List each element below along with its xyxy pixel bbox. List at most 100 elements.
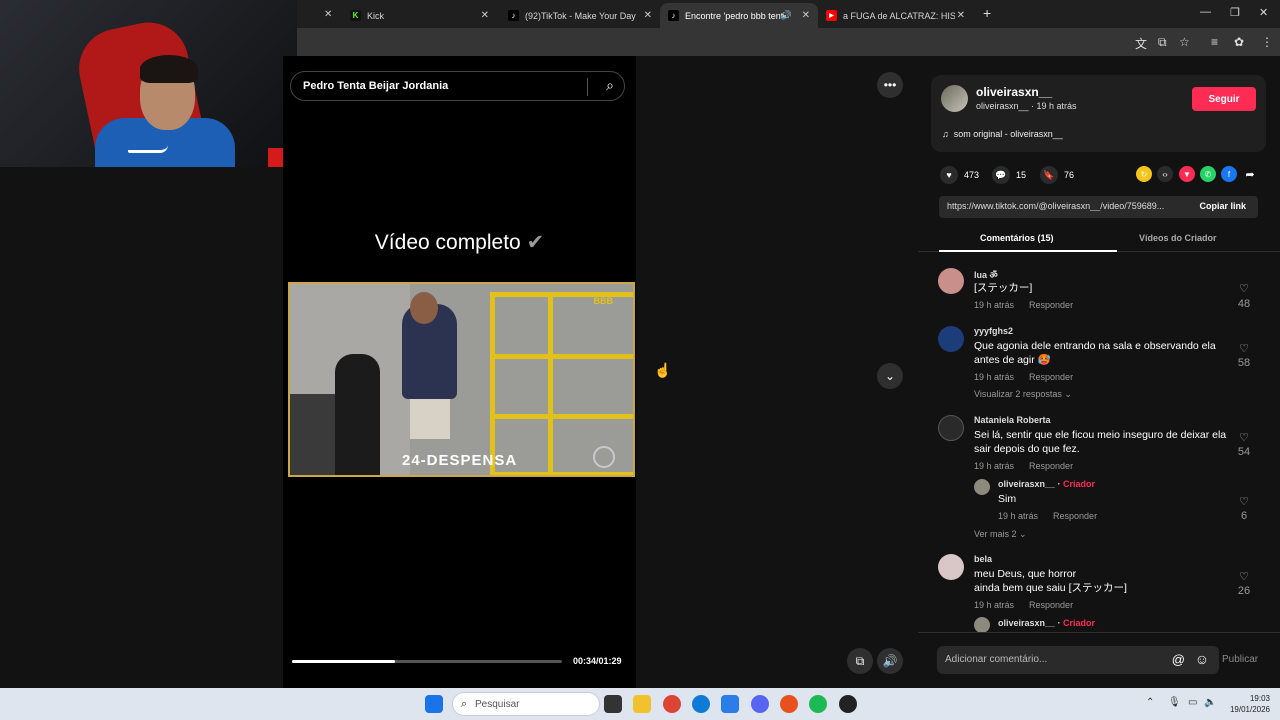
avatar[interactable] [938, 326, 964, 352]
tab-creator-videos[interactable]: Vídeos do Criador [1139, 233, 1217, 243]
like-count: 473 [964, 170, 980, 180]
search-box[interactable]: Pedro Tenta Beijar Jordania ⌕ [290, 71, 625, 101]
comment-username[interactable]: bela [974, 554, 992, 564]
tab-youtube[interactable]: ▶ a FUGA de ALCATRAZ: HISTÓRI ✕ [818, 3, 973, 28]
chrome-icon[interactable] [663, 695, 681, 713]
playlist-icon[interactable]: ≡ [1211, 35, 1218, 49]
publish-button[interactable]: Publicar [1222, 654, 1258, 665]
reply-button[interactable]: Responder [1029, 372, 1073, 382]
comment-username[interactable]: Nataniela Roberta [974, 415, 1051, 425]
reply-button[interactable]: Responder [1029, 461, 1073, 471]
link-box: https://www.tiktok.com/@oliveirasxn__/vi… [939, 196, 1258, 218]
install-icon[interactable]: ⧉ [1158, 35, 1167, 50]
heart-icon[interactable]: ♡ [1236, 282, 1252, 295]
mention-icon[interactable]: @ [1172, 652, 1185, 667]
new-tab-button[interactable]: + [983, 5, 991, 21]
author-name[interactable]: oliveirasxn__ [976, 85, 1052, 99]
brave-icon[interactable] [780, 695, 798, 713]
more-options-icon[interactable]: ••• [877, 72, 903, 98]
miniplayer-icon[interactable]: ⧉ [847, 648, 873, 674]
reply-button[interactable]: Responder [1029, 300, 1073, 310]
close-tab-icon[interactable]: ✕ [481, 10, 489, 21]
facebook-icon[interactable]: f [1221, 166, 1237, 182]
video-progress-bar[interactable] [292, 660, 562, 663]
bookmark-star-icon[interactable]: ☆ [1179, 35, 1190, 49]
file-explorer-icon[interactable] [633, 695, 651, 713]
comment-text: Que agonia dele entrando na sala e obser… [974, 340, 1216, 366]
avatar[interactable] [974, 479, 990, 495]
spotify-icon[interactable] [809, 695, 827, 713]
copy-link-button[interactable]: Copiar link [1199, 201, 1246, 211]
task-view-icon[interactable] [604, 695, 622, 713]
view-more-replies-button[interactable]: Ver mais 2 ⌄ [974, 529, 1027, 540]
close-tab-icon[interactable]: ✕ [644, 10, 652, 21]
comment-item: Nataniela Roberta Sei lá, sentir que ele… [938, 415, 1260, 545]
comment-username[interactable]: yyyfghs2 [974, 326, 1013, 336]
restore-icon[interactable]: ❐ [1230, 6, 1240, 19]
search-divider [587, 78, 588, 96]
taskbar-search[interactable]: ⌕ Pesquisar [452, 692, 600, 716]
obs-icon[interactable] [839, 695, 857, 713]
close-tab-icon[interactable]: ✕ [957, 10, 965, 21]
video-url[interactable]: https://www.tiktok.com/@oliveirasxn__/vi… [947, 201, 1187, 211]
heart-icon[interactable]: ♡ [1236, 431, 1252, 444]
like-button[interactable]: ♥ 473 [940, 166, 979, 184]
tab-comments[interactable]: Comentários (15) [980, 233, 1054, 243]
send-icon[interactable]: ▼ [1179, 166, 1195, 182]
hand-cursor-icon: ☝ [654, 362, 672, 378]
embed-icon[interactable]: ‹› [1157, 166, 1173, 182]
reply-button[interactable]: Responder [1029, 600, 1073, 610]
tab-kick[interactable]: K Kick ✕ [342, 3, 497, 28]
tab-tiktok-search[interactable]: ♪ Encontre 'pedro bbb tentou 🔊 ✕ [660, 3, 818, 28]
music-link[interactable]: ♫ som original - oliveirasxn__ [942, 129, 1063, 139]
view-more-label: Ver mais 2 [974, 529, 1017, 539]
heart-icon: ♥ [940, 166, 958, 184]
tab-tiktok[interactable]: ♪ (92)TikTok - Make Your Day ✕ [500, 3, 660, 28]
close-tab-icon[interactable]: ✕ [802, 10, 810, 21]
search-icon[interactable]: ⌕ [606, 77, 614, 94]
heart-icon[interactable]: ♡ [1236, 570, 1252, 583]
close-tab-icon[interactable]: ✕ [324, 9, 332, 20]
extension-icon[interactable]: ✿ [1234, 35, 1244, 49]
volume-icon[interactable]: 🔊 [877, 648, 903, 674]
menu-kebab-icon[interactable]: ⋮ [1261, 35, 1273, 49]
comment-input[interactable]: Adicionar comentário... @ ☺ [937, 646, 1219, 674]
repost-icon[interactable]: ↻ [1136, 166, 1152, 182]
view-replies-button[interactable]: Visualizar 2 respostas ⌄ [974, 389, 1072, 400]
comment-like-count: 26 [1237, 585, 1251, 597]
speaker-icon[interactable]: 🔊 [781, 10, 792, 21]
next-video-chevron-icon[interactable]: ⌄ [877, 363, 903, 389]
avatar[interactable] [938, 415, 964, 441]
reply-username[interactable]: oliveirasxn__ [998, 618, 1055, 628]
comment-button[interactable]: 💬 15 [992, 166, 1026, 184]
reply-username[interactable]: oliveirasxn__ [998, 479, 1055, 489]
discord-icon[interactable] [751, 695, 769, 713]
avatar[interactable] [938, 268, 964, 294]
search-icon: ⌕ [461, 698, 468, 710]
whatsapp-icon[interactable]: ✆ [1200, 166, 1216, 182]
windows-start-icon[interactable] [425, 695, 443, 713]
close-window-icon[interactable]: ✕ [1259, 6, 1268, 19]
share-arrow-icon[interactable]: ➦ [1242, 166, 1258, 182]
network-icon[interactable]: ▭ [1188, 697, 1197, 708]
translate-icon[interactable]: 文 [1135, 35, 1147, 52]
emoji-icon[interactable]: ☺ [1195, 651, 1209, 667]
speaker-icon[interactable]: 🔈 [1204, 697, 1216, 708]
follow-button[interactable]: Seguir [1192, 87, 1256, 111]
active-tab-indicator [939, 250, 1117, 252]
minimize-icon[interactable]: — [1200, 6, 1211, 18]
save-button[interactable]: 🔖 76 [1040, 166, 1074, 184]
microphone-icon[interactable]: 🎙 [1168, 697, 1181, 708]
author-avatar[interactable] [941, 85, 968, 112]
heart-icon[interactable]: ♡ [1236, 342, 1252, 355]
comment-username[interactable]: lua ॐ [974, 268, 998, 281]
edge-icon[interactable] [692, 695, 710, 713]
tray-chevron-icon[interactable]: ⌃ [1146, 697, 1154, 708]
avatar[interactable] [974, 617, 990, 632]
search-query[interactable]: Pedro Tenta Beijar Jordania [303, 80, 448, 92]
outlook-icon[interactable] [721, 695, 739, 713]
reply-button[interactable]: Responder [1053, 511, 1097, 521]
taskbar-clock[interactable]: 19:03 19/01/2026 [1226, 693, 1270, 715]
avatar[interactable] [938, 554, 964, 580]
heart-icon[interactable]: ♡ [1236, 495, 1252, 508]
